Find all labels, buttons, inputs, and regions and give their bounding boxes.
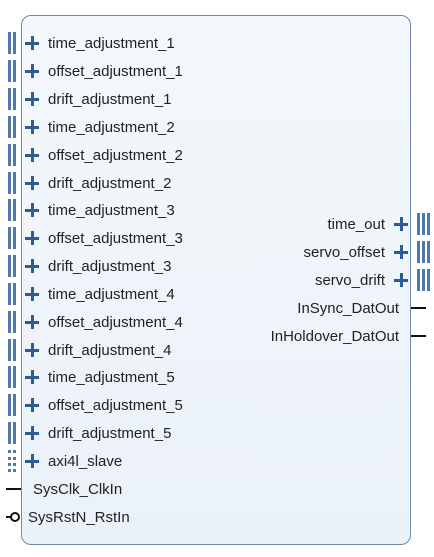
port-label: servo_drift xyxy=(314,271,385,289)
port-servo-drift[interactable]: servo_drift xyxy=(314,269,430,291)
port-label: InHoldover_DatOut xyxy=(270,327,399,345)
port-label: servo_offset xyxy=(303,243,385,261)
port-label: offset_adjustment_3 xyxy=(48,229,183,247)
port-time-adjustment-4[interactable]: time_adjustment_4 xyxy=(8,283,175,305)
port-label: axi4l_slave xyxy=(48,452,123,470)
bus-interface-icon xyxy=(8,283,16,305)
port-label: time_adjustment_3 xyxy=(48,201,175,219)
bus-interface-icon xyxy=(8,32,16,54)
port-label: drift_adjustment_3 xyxy=(48,257,172,275)
inverted-bubble-icon xyxy=(10,512,20,522)
port-label: InSync_DatOut xyxy=(297,299,399,317)
port-offset-adjustment-5[interactable]: offset_adjustment_5 xyxy=(8,394,183,416)
bus-interface-icon xyxy=(8,227,16,249)
wire-pin-icon xyxy=(411,307,426,309)
expand-plus-icon[interactable] xyxy=(25,36,39,50)
port-drift-adjustment-4[interactable]: drift_adjustment_4 xyxy=(8,339,172,361)
port-label: time_out xyxy=(327,215,385,233)
wire-pin-icon xyxy=(6,488,21,490)
wire-pin-icon xyxy=(411,335,426,337)
port-time-out[interactable]: time_out xyxy=(327,213,430,235)
port-label: time_adjustment_1 xyxy=(48,34,175,52)
expand-plus-icon[interactable] xyxy=(25,370,39,384)
port-sysrstn-rstin[interactable]: SysRstN_RstIn xyxy=(6,507,130,527)
port-sysclk-clkin[interactable]: SysClk_ClkIn xyxy=(6,479,122,499)
port-label: offset_adjustment_5 xyxy=(48,396,183,414)
bus-interface-icon xyxy=(8,88,16,110)
bus-interface-icon xyxy=(417,241,430,263)
expand-plus-icon[interactable] xyxy=(25,92,39,106)
port-drift-adjustment-3[interactable]: drift_adjustment_3 xyxy=(8,255,172,277)
bus-interface-icon xyxy=(8,116,16,138)
port-label: SysClk_ClkIn xyxy=(33,480,123,498)
port-label: offset_adjustment_1 xyxy=(48,62,183,80)
port-time-adjustment-1[interactable]: time_adjustment_1 xyxy=(8,32,175,54)
port-offset-adjustment-3[interactable]: offset_adjustment_3 xyxy=(8,227,183,249)
port-label: offset_adjustment_4 xyxy=(48,313,183,331)
expand-plus-icon[interactable] xyxy=(25,426,39,440)
port-insync-datout[interactable]: InSync_DatOut xyxy=(297,298,426,318)
expand-plus-icon[interactable] xyxy=(25,176,39,190)
port-time-adjustment-3[interactable]: time_adjustment_3 xyxy=(8,199,175,221)
expand-plus-icon[interactable] xyxy=(25,343,39,357)
expand-plus-icon[interactable] xyxy=(25,315,39,329)
port-label: drift_adjustment_2 xyxy=(48,174,172,192)
bus-interface-icon xyxy=(8,339,16,361)
expand-plus-icon[interactable] xyxy=(394,273,408,287)
port-drift-adjustment-5[interactable]: drift_adjustment_5 xyxy=(8,422,172,444)
port-label: drift_adjustment_5 xyxy=(48,424,172,442)
expand-plus-icon[interactable] xyxy=(25,64,39,78)
port-servo-offset[interactable]: servo_offset xyxy=(303,241,430,263)
bus-interface-icon xyxy=(417,213,430,235)
port-time-adjustment-2[interactable]: time_adjustment_2 xyxy=(8,116,175,138)
port-label: drift_adjustment_4 xyxy=(48,341,172,359)
port-label: drift_adjustment_1 xyxy=(48,90,172,108)
port-drift-adjustment-2[interactable]: drift_adjustment_2 xyxy=(8,172,172,194)
bus-interface-icon xyxy=(417,269,430,291)
port-drift-adjustment-1[interactable]: drift_adjustment_1 xyxy=(8,88,172,110)
port-label: offset_adjustment_2 xyxy=(48,146,183,164)
port-offset-adjustment-2[interactable]: offset_adjustment_2 xyxy=(8,144,183,166)
expand-plus-icon[interactable] xyxy=(25,287,39,301)
port-label: time_adjustment_2 xyxy=(48,118,175,136)
bus-interface-icon xyxy=(8,394,16,416)
expand-plus-icon[interactable] xyxy=(394,217,408,231)
bus-interface-icon xyxy=(8,422,16,444)
port-axi4l-slave[interactable]: axi4l_slave xyxy=(8,450,123,472)
port-offset-adjustment-1[interactable]: offset_adjustment_1 xyxy=(8,60,183,82)
port-offset-adjustment-4[interactable]: offset_adjustment_4 xyxy=(8,311,183,333)
port-time-adjustment-5[interactable]: time_adjustment_5 xyxy=(8,366,175,388)
expand-plus-icon[interactable] xyxy=(25,203,39,217)
expand-plus-icon[interactable] xyxy=(25,231,39,245)
bus-interface-icon xyxy=(8,311,16,333)
bus-interface-icon xyxy=(8,199,16,221)
bus-interface-icon xyxy=(8,172,16,194)
bus-interface-icon xyxy=(8,144,16,166)
port-inholdover-datout[interactable]: InHoldover_DatOut xyxy=(271,326,426,346)
port-label: SysRstN_RstIn xyxy=(28,508,130,526)
bus-interface-icon xyxy=(8,366,16,388)
expand-plus-icon[interactable] xyxy=(25,398,39,412)
port-label: time_adjustment_5 xyxy=(48,368,175,386)
expand-plus-icon[interactable] xyxy=(25,454,39,468)
expand-plus-icon[interactable] xyxy=(25,120,39,134)
port-label: time_adjustment_4 xyxy=(48,285,175,303)
expand-plus-icon[interactable] xyxy=(394,245,408,259)
bus-interface-icon xyxy=(8,255,16,277)
axi-interface-icon xyxy=(8,450,16,472)
bus-interface-icon xyxy=(8,60,16,82)
expand-plus-icon[interactable] xyxy=(25,148,39,162)
expand-plus-icon[interactable] xyxy=(25,259,39,273)
